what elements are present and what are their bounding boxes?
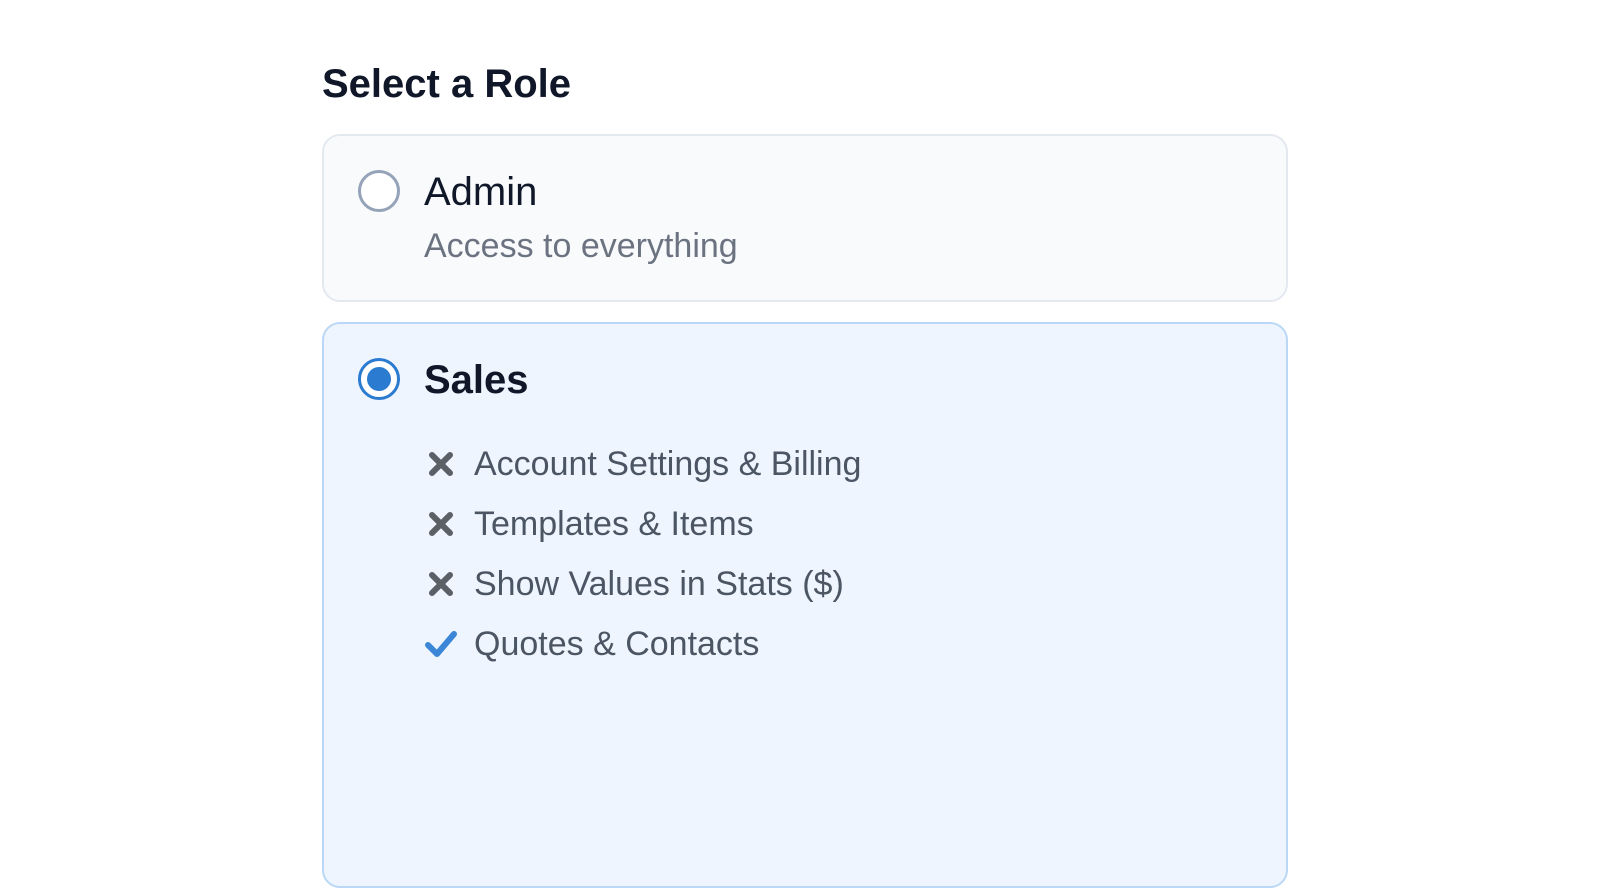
x-icon bbox=[424, 447, 458, 481]
sales-radio-button[interactable] bbox=[358, 358, 400, 400]
permission-item: Templates & Items bbox=[424, 494, 861, 554]
role-title-sales: Sales bbox=[424, 358, 529, 402]
role-title-admin: Admin bbox=[424, 170, 538, 214]
x-icon bbox=[424, 507, 458, 541]
role-option-admin[interactable]: Admin Access to everything bbox=[322, 134, 1288, 302]
role-option-sales[interactable]: Sales Account Settings & Billing Templat… bbox=[322, 322, 1288, 888]
permission-list: Account Settings & Billing Templates & I… bbox=[424, 434, 861, 674]
permission-label: Quotes & Contacts bbox=[474, 625, 760, 663]
permission-item: Quotes & Contacts bbox=[424, 614, 861, 674]
permission-item: Show Values in Stats ($) bbox=[424, 554, 861, 614]
admin-radio-button[interactable] bbox=[358, 170, 400, 212]
permission-label: Templates & Items bbox=[474, 505, 754, 543]
permission-label: Show Values in Stats ($) bbox=[474, 565, 844, 603]
radio-selected-dot bbox=[367, 367, 391, 391]
role-selector: Select a Role Admin Access to everything… bbox=[322, 60, 1288, 888]
permission-label: Account Settings & Billing bbox=[474, 445, 862, 483]
page-title: Select a Role bbox=[322, 62, 572, 106]
check-icon bbox=[424, 627, 458, 661]
role-description-admin: Access to everything bbox=[424, 227, 738, 265]
x-icon bbox=[424, 567, 458, 601]
permission-item: Account Settings & Billing bbox=[424, 434, 861, 494]
